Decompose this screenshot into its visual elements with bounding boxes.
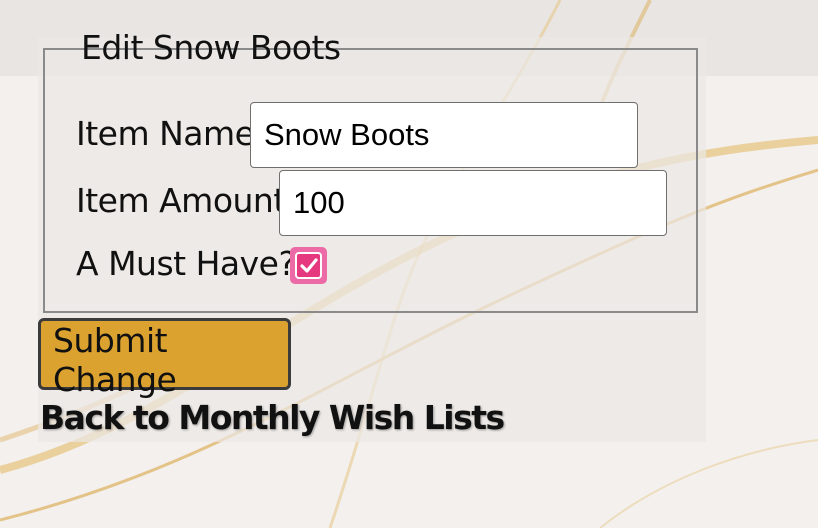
checkmark-icon — [299, 257, 318, 273]
item-name-input[interactable] — [250, 102, 638, 168]
must-have-checkbox[interactable] — [290, 247, 327, 284]
form-legend: Edit Snow Boots — [81, 28, 341, 67]
submit-change-button[interactable]: Submit Change — [38, 318, 291, 399]
must-have-label: A Must Have?: — [76, 244, 307, 283]
checkbox-box — [295, 252, 322, 279]
back-to-wish-lists-link[interactable]: Back to Monthly Wish Lists — [40, 396, 505, 440]
item-amount-label: Item Amount: — [76, 181, 297, 220]
item-amount-input[interactable] — [279, 170, 667, 236]
item-name-label: Item Name: — [76, 114, 266, 153]
